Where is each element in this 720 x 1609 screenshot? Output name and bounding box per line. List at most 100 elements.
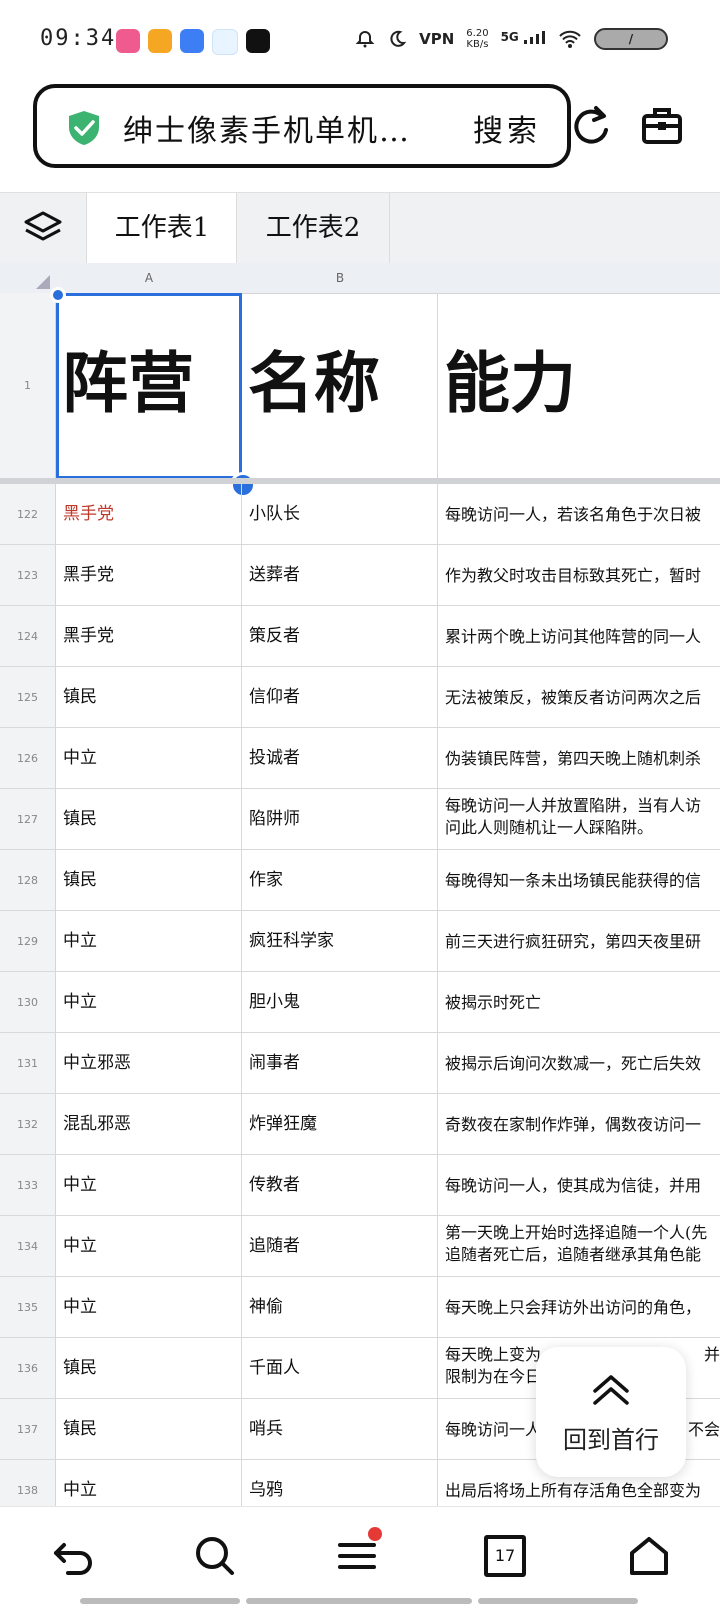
header-cell-ability[interactable]: 能力 [438, 293, 720, 479]
cell-name[interactable]: 胆小鬼 [242, 972, 438, 1033]
ability-text-line: 第一天晚上开始时选择追随一个人(先 [445, 1223, 708, 1242]
cell-ability[interactable]: 伪装镇民阵营，第四天晚上随机刺杀 [438, 728, 720, 789]
wifi-icon [559, 30, 581, 48]
ability-text-line: 累计两个晚上访问其他阵营的同一人 [445, 627, 702, 646]
layers-icon[interactable] [22, 207, 64, 249]
cell-name[interactable]: 小队长 [242, 484, 438, 545]
row-header[interactable]: 124 [0, 606, 56, 667]
home-icon[interactable] [626, 1533, 672, 1579]
row-header[interactable]: 123 [0, 545, 56, 606]
cell-ability[interactable]: 作为教父时攻击目标致其死亡，暂时 [438, 545, 720, 606]
selection-handle-top[interactable] [50, 287, 66, 303]
cell-ability[interactable]: 第一天晚上开始时选择追随一个人(先 追随者死亡后，追随者继承其角色能 [438, 1216, 720, 1277]
address-bar[interactable]: 绅士像素手机单机… 搜索 [33, 84, 571, 168]
network-speed: 6.20 KB/s [466, 28, 489, 50]
row-header[interactable]: 1 [0, 293, 56, 479]
ability-text-line: 每天晚上只会拜访外出访问的角色， [445, 1298, 702, 1317]
cell-faction[interactable]: 镇民 [56, 850, 242, 911]
cell-faction[interactable]: 混乱邪恶 [56, 1094, 242, 1155]
cell-faction[interactable]: 中立 [56, 1277, 242, 1338]
ability-text-line: 伪装镇民阵营，第四天晚上随机刺杀 [445, 749, 702, 768]
row-header[interactable]: 122 [0, 484, 56, 545]
cell-faction[interactable]: 中立邪恶 [56, 1033, 242, 1094]
gesture-bar [478, 1598, 638, 1604]
cell-name[interactable]: 神偷 [242, 1277, 438, 1338]
row-header[interactable]: 132 [0, 1094, 56, 1155]
tabs-count-button[interactable]: 17 [484, 1535, 526, 1577]
cell-name[interactable]: 作家 [242, 850, 438, 911]
cell-name[interactable]: 哨兵 [242, 1399, 438, 1460]
ability-text-line: 每晚访问一人并放置陷阱，当有人访 [445, 796, 702, 815]
cell-faction[interactable]: 镇民 [56, 1338, 242, 1399]
cell-ability[interactable]: 每晚访问一人并放置陷阱，当有人访 问此人则随机让一人踩陷阱。 [438, 789, 720, 850]
tab-sheet-2[interactable]: 工作表2 [236, 193, 390, 263]
back-to-top-button[interactable]: 回到首行 [536, 1347, 686, 1477]
cell-faction[interactable]: 中立 [56, 1216, 242, 1277]
ability-text-tail: 不会 [687, 1420, 720, 1439]
cell-faction[interactable]: 中立 [56, 1155, 242, 1216]
cell-ability[interactable]: 被揭示时死亡 [438, 972, 720, 1033]
cell-ability[interactable]: 每天晚上只会拜访外出访问的角色， [438, 1277, 720, 1338]
select-all-corner[interactable] [0, 263, 57, 294]
cell-ability[interactable]: 每晚访问一人，使其成为信徒，并用 [438, 1155, 720, 1216]
row-header[interactable]: 137 [0, 1399, 56, 1460]
column-header-a[interactable]: A [56, 263, 243, 294]
row-header[interactable]: 126 [0, 728, 56, 789]
cell-name[interactable]: 追随者 [242, 1216, 438, 1277]
column-header-c[interactable] [438, 263, 720, 294]
row-header[interactable]: 133 [0, 1155, 56, 1216]
row-header[interactable]: 127 [0, 789, 56, 850]
cell-name[interactable]: 信仰者 [242, 667, 438, 728]
cell-ability[interactable]: 奇数夜在家制作炸弹，偶数夜访问一 [438, 1094, 720, 1155]
cell-faction[interactable]: 黑手党 [56, 606, 242, 667]
address-text[interactable]: 绅士像素手机单机… [123, 106, 411, 150]
ability-text-line: 每晚访问一人，使其成为信徒，并用 [445, 1176, 702, 1195]
double-chevron-up-icon [593, 1375, 629, 1405]
row-header[interactable]: 131 [0, 1033, 56, 1094]
row-header[interactable]: 134 [0, 1216, 56, 1277]
row-header[interactable]: 130 [0, 972, 56, 1033]
battery-icon: / [594, 28, 668, 50]
cell-name[interactable]: 炸弹狂魔 [242, 1094, 438, 1155]
cell-name[interactable]: 送葬者 [242, 545, 438, 606]
reload-icon[interactable] [572, 104, 612, 148]
cell-faction[interactable]: 中立 [56, 728, 242, 789]
search-button[interactable]: 搜索 [473, 106, 541, 150]
ability-text-line: 无法被策反，被策反者访问两次之后 [445, 688, 702, 707]
tab-sheet-1[interactable]: 工作表1 [86, 193, 237, 263]
cell-faction[interactable]: 中立 [56, 972, 242, 1033]
row-header[interactable]: 128 [0, 850, 56, 911]
cell-ability[interactable]: 前三天进行疯狂研究，第四天夜里研 [438, 911, 720, 972]
cell-name[interactable]: 闹事者 [242, 1033, 438, 1094]
cell-ability[interactable]: 累计两个晚上访问其他阵营的同一人 [438, 606, 720, 667]
header-cell-faction[interactable]: 阵营 [56, 293, 242, 479]
header-cell-name[interactable]: 名称 [242, 293, 438, 479]
back-icon[interactable] [50, 1533, 96, 1579]
row-header[interactable]: 125 [0, 667, 56, 728]
cell-faction[interactable]: 黑手党 [56, 484, 242, 545]
cell-name[interactable]: 千面人 [242, 1338, 438, 1399]
row-header[interactable]: 135 [0, 1277, 56, 1338]
cell-name[interactable]: 传教者 [242, 1155, 438, 1216]
cell-faction[interactable]: 镇民 [56, 667, 242, 728]
cell-name[interactable]: 投诚者 [242, 728, 438, 789]
cell-name[interactable]: 策反者 [242, 606, 438, 667]
cell-faction[interactable]: 中立 [56, 911, 242, 972]
cell-name[interactable]: 陷阱师 [242, 789, 438, 850]
cell-faction[interactable]: 镇民 [56, 789, 242, 850]
cell-ability[interactable]: 每晚得知一条未出场镇民能获得的信 [438, 850, 720, 911]
ability-text-line: 每晚访问一人，若该名角色于次日被 [445, 505, 702, 524]
cell-faction[interactable]: 镇民 [56, 1399, 242, 1460]
moon-icon [390, 30, 407, 47]
search-icon[interactable] [192, 1533, 238, 1579]
toolbox-icon[interactable] [640, 104, 684, 148]
cell-ability[interactable]: 被揭示后询问次数减一，死亡后失效 [438, 1033, 720, 1094]
column-header-b[interactable]: B [242, 263, 439, 294]
app-notification-icon [148, 29, 172, 53]
cell-faction[interactable]: 黑手党 [56, 545, 242, 606]
cell-name[interactable]: 疯狂科学家 [242, 911, 438, 972]
cell-ability[interactable]: 无法被策反，被策反者访问两次之后 [438, 667, 720, 728]
cell-ability[interactable]: 每晚访问一人，若该名角色于次日被 [438, 484, 720, 545]
row-header[interactable]: 129 [0, 911, 56, 972]
row-header[interactable]: 136 [0, 1338, 56, 1399]
